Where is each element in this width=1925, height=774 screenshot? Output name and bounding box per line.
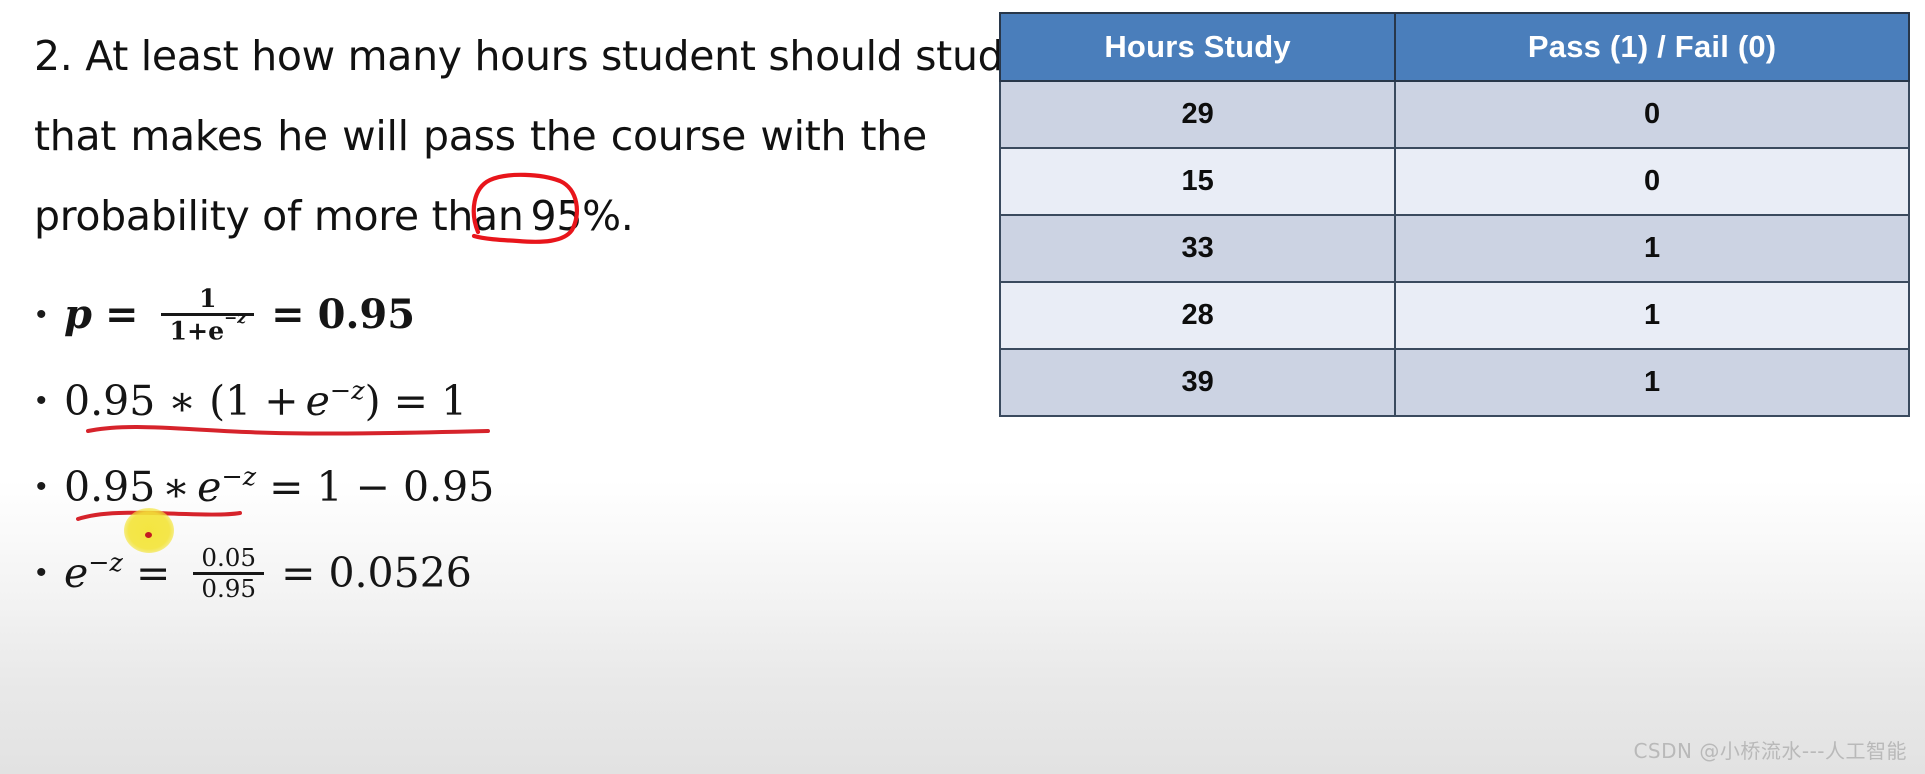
equals-sign: =	[271, 291, 305, 339]
csdn-watermark: CSDN @小桥流水---人工智能	[1633, 739, 1907, 763]
question-word: pass	[423, 112, 516, 160]
question-word: he	[277, 112, 328, 160]
equation-result: 0.0526	[328, 549, 472, 597]
bullet-icon: •	[36, 298, 47, 331]
exponential-base: e	[197, 463, 222, 511]
table-row: 33 1	[998, 214, 1910, 283]
derivation-equation-list: • p = 1 1+e−z = 0.95 • 0.95 ∗ (1 + e −z …	[30, 272, 930, 616]
equals-sign: =	[104, 291, 139, 339]
bullet-icon: •	[36, 470, 47, 503]
hours-study-results-table: Hours Study Pass (1) / Fail (0) 29 0 15 …	[998, 12, 1910, 417]
cell-pass-fail: 1	[1394, 281, 1910, 350]
multiply-operator: ∗	[168, 377, 197, 425]
question-line-3-prefix: probability of more than	[34, 192, 524, 240]
cell-pass-fail: 0	[1394, 147, 1910, 216]
cell-hours-study: 28	[998, 281, 1397, 350]
question-word: course	[610, 112, 747, 160]
equation-lead: 0.95	[64, 463, 156, 511]
equals-sign: =	[281, 549, 316, 597]
expand-subtract-equation: 0.95 ∗ e −z = 1 − 0.95	[64, 461, 495, 511]
fraction-numerator: 1	[199, 283, 217, 314]
equation-lead: 0.95	[64, 377, 156, 425]
fraction-denominator: 0.95	[201, 573, 257, 603]
fraction-denominator: 1+e−z	[161, 310, 254, 346]
equation-row-3: • 0.95 ∗ e −z = 1 − 0.95	[30, 444, 930, 530]
fraction: 0.05 0.95	[193, 543, 265, 603]
equals-sign: =	[269, 463, 304, 511]
cell-pass-fail: 0	[1394, 80, 1910, 149]
cell-hours-study: 15	[998, 147, 1397, 216]
p-sigmoid-equation: p = 1 1+e−z = 0.95	[64, 283, 416, 346]
equals-sign: =	[393, 377, 428, 425]
cell-pass-fail: 1	[1394, 214, 1910, 283]
paren-open-group: (1 +	[209, 377, 299, 425]
fraction: 1 1+e−z	[161, 283, 255, 346]
paren-close: )	[364, 377, 381, 425]
question-word: with	[760, 112, 847, 160]
exponential-base: e	[64, 549, 89, 597]
cell-hours-study: 29	[998, 80, 1397, 149]
exponent: −z	[329, 375, 365, 406]
equals-sign: =	[135, 549, 171, 597]
cell-pass-fail: 1	[1394, 348, 1910, 417]
table-row: 29 0	[998, 80, 1910, 149]
equation-row-4: • e −z = 0.05 0.95 = 0.0526	[30, 530, 930, 616]
question-line-2: that makes he will pass the course with …	[34, 96, 927, 176]
slide-content: 2. At least how many hours student shoul…	[0, 0, 1925, 774]
question-word: the	[530, 112, 597, 160]
equation-result: 0.95	[317, 291, 416, 339]
bullet-icon: •	[36, 384, 47, 417]
question-word: the	[860, 112, 928, 160]
data-table: Hours Study Pass (1) / Fail (0) 29 0 15 …	[998, 12, 1910, 417]
question-word: will	[342, 112, 409, 160]
bullet-icon: •	[36, 556, 47, 589]
table-row: 28 1	[998, 281, 1910, 350]
denominator-exponent: −z	[224, 308, 247, 328]
exponent: −z	[221, 461, 257, 492]
circled-percentage-value: 95%.	[530, 192, 634, 240]
denominator-base: 1+e	[169, 315, 225, 346]
question-line-1: 2. At least how many hours student shoul…	[34, 32, 1028, 80]
equation-lhs: p	[64, 291, 92, 339]
table-row: 15 0	[998, 147, 1910, 216]
multiply-both-sides-equation: 0.95 ∗ (1 + e −z ) = 1	[64, 375, 468, 425]
exp-ratio-equation: e −z = 0.05 0.95 = 0.0526	[64, 545, 472, 600]
column-header-hours-study: Hours Study	[998, 12, 1397, 82]
equation-row-2: • 0.95 ∗ (1 + e −z ) = 1	[30, 358, 930, 444]
equation-result: 1	[440, 377, 468, 425]
table-header-row: Hours Study Pass (1) / Fail (0)	[998, 12, 1910, 82]
column-header-pass-fail: Pass (1) / Fail (0)	[1394, 12, 1910, 82]
cell-hours-study: 33	[998, 214, 1397, 283]
table-row: 39 1	[998, 348, 1910, 417]
equation-result: 1 − 0.95	[316, 463, 495, 511]
equation-row-1: • p = 1 1+e−z = 0.95	[30, 272, 930, 358]
question-text-block: 2. At least how many hours student shoul…	[34, 16, 1028, 256]
exponent: −z	[88, 547, 123, 578]
cell-hours-study: 39	[998, 348, 1397, 417]
question-word: makes	[130, 112, 263, 160]
exponential-base: e	[305, 377, 330, 425]
question-line-3: probability of more than 95%.	[34, 176, 939, 256]
fraction-numerator: 0.05	[201, 543, 257, 573]
question-word: that	[34, 112, 117, 160]
multiply-operator: ∗	[162, 463, 191, 511]
